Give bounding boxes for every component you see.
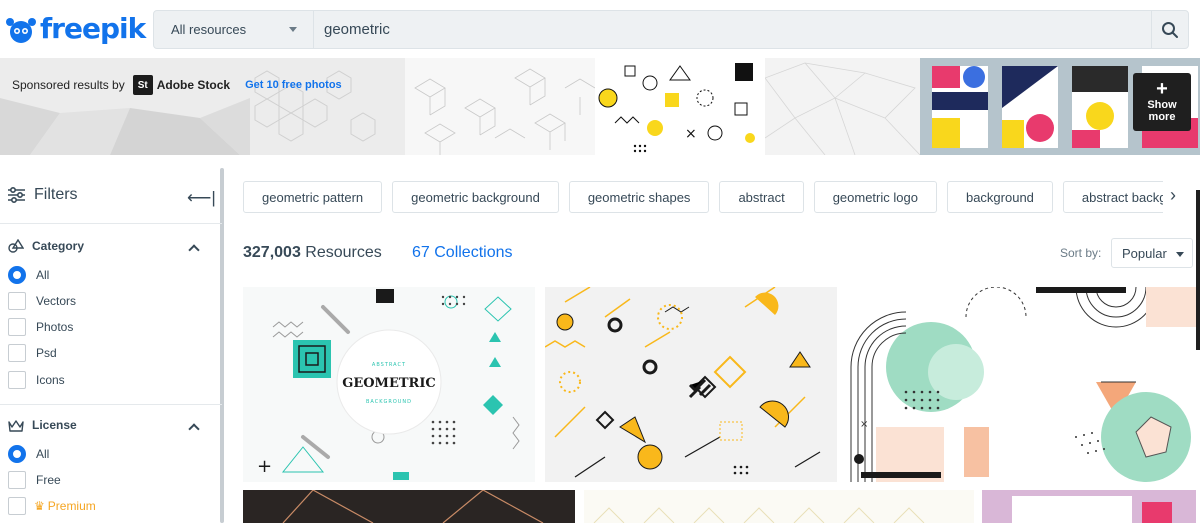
show-more-line2: more [1148,111,1176,123]
crown-icon [8,419,24,432]
radio-selected[interactable] [8,266,26,284]
sort-value: Popular [1122,245,1167,261]
shapes-icon [8,239,24,253]
thumb-title-bottom: BACKGROUND [366,399,412,405]
checkbox[interactable] [8,318,26,336]
sponsored-image-isometric[interactable] [405,58,595,155]
search-icon [1162,21,1178,38]
freepik-mascot-icon [6,17,36,43]
caret-down-icon [289,27,297,32]
category-option-all[interactable]: All [8,266,49,284]
svg-text:×: × [685,126,697,142]
search-bar: All resources [153,10,1189,49]
checkbox[interactable] [8,371,26,389]
logo-wordmark: freepik [40,12,146,45]
sort-select[interactable]: Popular [1111,238,1193,268]
thumb-title-top: ABSTRACT [372,362,406,368]
filters-title: Filters [34,186,78,203]
sponsored-background-image[interactable] [0,58,405,155]
license-title: License [32,418,77,432]
tag-geometric-background[interactable]: geometric background [392,181,559,213]
result-thumbnail[interactable] [584,490,974,523]
right-panel-edge [1196,190,1200,350]
result-thumbnail[interactable] [982,490,1196,523]
header: freepik All resources [0,0,1200,58]
tag-geometric-logo[interactable]: geometric logo [813,181,937,213]
category-option-photos[interactable]: Photos [8,318,73,336]
premium-crown-icon: ♛ [34,499,45,513]
option-label: Photos [36,320,74,334]
collections-link[interactable]: 67 Collections [412,244,513,262]
results-label: Resources [305,244,382,261]
option-label: Free [36,473,61,487]
license-option-all[interactable]: All [8,445,49,463]
category-title: Category [32,239,85,253]
option-label: All [36,268,50,282]
tag-abstract[interactable]: abstract [719,181,804,213]
search-input[interactable] [314,11,1151,48]
related-tags: geometric pattern geometric background g… [243,181,1163,213]
license-option-free[interactable]: Free [8,471,61,489]
option-label: Icons [36,373,65,387]
resource-type-value: All resources [171,22,247,37]
option-label: All [36,447,50,461]
category-option-psd[interactable]: Psd [8,344,57,362]
option-label: Psd [36,346,57,360]
sort-label: Sort by: [1060,246,1102,260]
thumb-title-main: GEOMETRIC [342,376,436,391]
sliders-icon [8,187,25,203]
result-thumbnail[interactable]: + ABSTRACT GEOMETRIC BACKGROUND [243,287,535,482]
license-header[interactable]: License [8,418,77,432]
chevron-right-icon[interactable]: › [1170,185,1192,209]
collapse-sidebar-icon[interactable]: ⟵| [187,188,216,208]
sponsored-label: Sponsored results by St Adobe Stock Get … [12,75,342,95]
sponsored-image-memphis[interactable]: × [595,58,765,155]
tag-geometric-pattern[interactable]: geometric pattern [243,181,383,213]
svg-text:+: + [257,456,272,477]
category-header[interactable]: Category [8,239,84,253]
freepik-logo[interactable]: freepik [4,12,146,45]
checkbox[interactable] [8,471,26,489]
license-option-premium[interactable]: ♛ Premium [8,497,96,515]
free-photos-link[interactable]: Get 10 free photos [245,79,342,91]
plus-icon: + [1156,78,1168,100]
tag-background[interactable]: background [946,181,1053,213]
adobe-stock-name: Adobe Stock [156,78,231,92]
tag-geometric-shapes[interactable]: geometric shapes [568,181,710,213]
sidebar-scrollbar[interactable] [220,168,224,523]
checkbox[interactable] [8,344,26,362]
results-count: 327,003 Resources [243,244,382,262]
sidebar-divider [0,404,222,405]
category-option-vectors[interactable]: Vectors [8,292,76,310]
results-number: 327,003 [243,244,301,261]
filters-header: Filters [8,186,78,204]
sponsored-text: Sponsored results by [12,78,125,92]
checkbox[interactable] [8,292,26,310]
option-label: Premium [47,499,96,513]
radio-selected[interactable] [8,445,26,463]
sidebar-divider [0,223,222,224]
show-more-button[interactable]: + Show more [1133,73,1191,131]
show-more-line1: Show [1147,99,1177,111]
checkbox[interactable] [8,497,26,515]
result-thumbnail[interactable]: × [846,287,1196,482]
result-thumbnail[interactable] [545,287,837,482]
caret-down-icon [1176,252,1184,257]
result-thumbnail[interactable] [243,490,575,523]
svg-text:×: × [860,419,868,430]
option-label: Vectors [36,294,77,308]
search-button[interactable] [1151,11,1188,48]
sponsored-strip: Sponsored results by St Adobe Stock Get … [0,58,1200,155]
category-option-icons[interactable]: Icons [8,371,65,389]
resource-type-select[interactable]: All resources [154,11,314,48]
tag-abstract-background[interactable]: abstract backg [1062,181,1163,213]
adobe-stock-logo: St [132,75,153,95]
sponsored-image-lowpoly[interactable] [765,58,920,155]
